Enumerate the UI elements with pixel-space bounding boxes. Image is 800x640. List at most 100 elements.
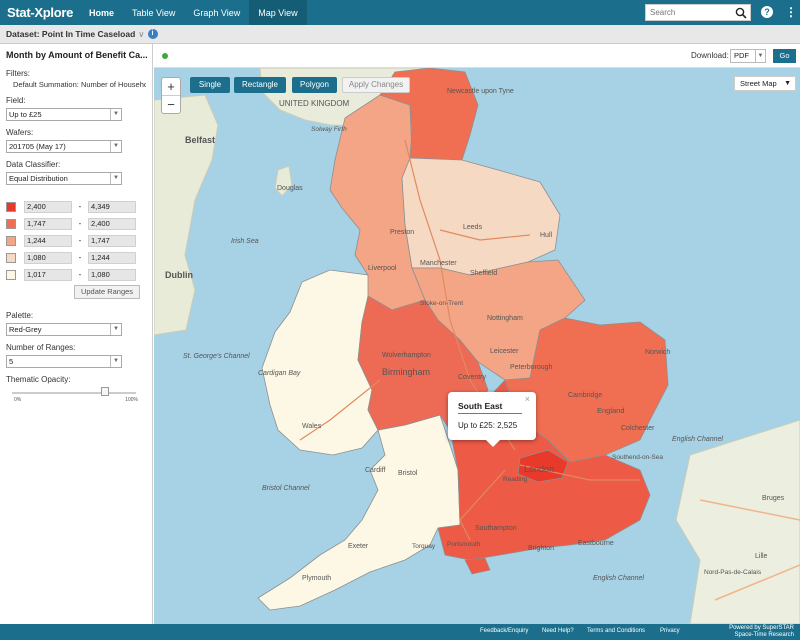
label-st-georges: St. George's Channel bbox=[183, 353, 250, 360]
label-wales: Wales bbox=[302, 423, 322, 430]
label-uk: UNITED KINGDOM bbox=[279, 99, 350, 108]
chevron-down-icon[interactable]: ▼ bbox=[110, 324, 121, 335]
slider-handle[interactable] bbox=[101, 387, 109, 396]
footer: Feedback/Enquiry Need Help? Terms and Co… bbox=[0, 624, 800, 640]
nav-map-view[interactable]: Map View bbox=[249, 0, 307, 25]
wafers-select[interactable]: 201705 (May 17) ▼ bbox=[6, 140, 122, 153]
map-layer-select[interactable]: Street Map ▼ bbox=[734, 76, 796, 91]
range-from-input[interactable]: 1,747 bbox=[24, 217, 72, 230]
chevron-down-icon[interactable]: ∨ bbox=[138, 29, 144, 40]
range-swatch[interactable] bbox=[6, 218, 16, 229]
range-to-input[interactable]: 1,747 bbox=[88, 234, 136, 247]
region-popup: × South East Up to £25: 2,525 bbox=[448, 392, 536, 447]
map-toolbar: Download: PDF ▼ Go bbox=[154, 44, 800, 68]
num-ranges-label: Number of Ranges: bbox=[6, 343, 76, 352]
chevron-down-icon[interactable]: ▼ bbox=[110, 356, 121, 367]
classifier-label: Data Classifier: bbox=[6, 160, 61, 169]
palette-select[interactable]: Red-Grey ▼ bbox=[6, 323, 122, 336]
label-brighton: Brighton bbox=[528, 545, 554, 552]
footer-privacy-link[interactable]: Privacy bbox=[660, 628, 680, 634]
footer-terms-link[interactable]: Terms and Conditions bbox=[587, 628, 645, 634]
range-separator: - bbox=[78, 253, 82, 262]
opacity-slider[interactable]: 0% 100% bbox=[8, 387, 138, 403]
label-eastbourne: Eastbourne bbox=[578, 540, 614, 547]
label-colchester: Colchester bbox=[621, 425, 655, 432]
select-polygon-button[interactable]: Polygon bbox=[292, 77, 337, 93]
range-swatch[interactable] bbox=[6, 269, 16, 280]
label-bruges: Bruges bbox=[762, 495, 785, 502]
help-icon[interactable]: ? bbox=[761, 6, 773, 18]
info-icon[interactable]: i bbox=[147, 29, 158, 39]
label-newcastle: Newcastle upon Tyne bbox=[447, 88, 514, 95]
download-format-value: PDF bbox=[734, 51, 749, 60]
download-label: Download: bbox=[691, 51, 729, 60]
chevron-down-icon[interactable]: ▼ bbox=[110, 173, 121, 184]
dataset-bar: Dataset: Point In Time Caseload ∨ i bbox=[0, 25, 800, 44]
range-swatch[interactable] bbox=[6, 235, 16, 246]
label-plymouth: Plymouth bbox=[302, 575, 331, 582]
label-english-channel: English Channel bbox=[593, 575, 644, 582]
search-input[interactable] bbox=[646, 8, 734, 17]
label-cardigan: Cardigan Bay bbox=[258, 370, 301, 377]
search-icon[interactable] bbox=[735, 7, 747, 19]
slider-track[interactable] bbox=[12, 392, 136, 394]
chevron-down-icon[interactable]: ▼ bbox=[110, 141, 121, 152]
footer-feedback-link[interactable]: Feedback/Enquiry bbox=[480, 628, 528, 634]
range-separator: - bbox=[78, 202, 82, 211]
select-single-button[interactable]: Single bbox=[190, 77, 230, 93]
map-canvas[interactable]: Belfast Dublin Douglas Irish Sea Solway … bbox=[154, 44, 800, 624]
popup-title: South East bbox=[458, 401, 522, 414]
range-separator: - bbox=[78, 236, 82, 245]
range-to-input[interactable]: 2,400 bbox=[88, 217, 136, 230]
map-settings-sidebar: Month by Amount of Benefit Ca... Filters… bbox=[0, 44, 153, 624]
label-preston: Preston bbox=[390, 229, 414, 236]
range-row: 1,747 - 2,400 bbox=[6, 217, 146, 230]
label-belfast: Belfast bbox=[185, 135, 215, 145]
label-bristol-channel: Bristol Channel bbox=[262, 485, 310, 492]
download-go-button[interactable]: Go bbox=[773, 49, 796, 63]
range-from-input[interactable]: 1,244 bbox=[24, 234, 72, 247]
chevron-down-icon[interactable]: ▼ bbox=[784, 77, 791, 90]
update-ranges-button[interactable]: Update Ranges bbox=[74, 285, 140, 299]
label-nottingham: Nottingham bbox=[487, 315, 523, 322]
range-to-input[interactable]: 1,080 bbox=[88, 268, 136, 281]
label-bristol: Bristol bbox=[398, 470, 418, 477]
range-row: 2,400 - 4,349 bbox=[6, 200, 146, 213]
label-coventry: Coventry bbox=[458, 374, 487, 381]
filters-label: Filters: bbox=[6, 69, 30, 78]
nav-home[interactable]: Home bbox=[80, 0, 123, 25]
download-format-select[interactable]: PDF ▼ bbox=[730, 49, 766, 63]
label-hull: Hull bbox=[540, 232, 553, 239]
select-rectangle-button[interactable]: Rectangle bbox=[234, 77, 286, 93]
more-menu-icon[interactable]: ⋮ bbox=[785, 5, 797, 19]
footer-help-link[interactable]: Need Help? bbox=[542, 628, 574, 634]
map-layer-value: Street Map bbox=[740, 79, 777, 88]
label-england: England bbox=[597, 406, 625, 415]
range-from-input[interactable]: 1,017 bbox=[24, 268, 72, 281]
range-swatch[interactable] bbox=[6, 201, 16, 212]
zoom-out-button[interactable]: − bbox=[162, 96, 180, 114]
field-select[interactable]: Up to £25 ▼ bbox=[6, 108, 122, 121]
num-ranges-select[interactable]: 5 ▼ bbox=[6, 355, 122, 368]
wafers-value: 201705 (May 17) bbox=[9, 142, 66, 151]
range-to-input[interactable]: 1,244 bbox=[88, 251, 136, 264]
nav-table-view[interactable]: Table View bbox=[123, 0, 184, 25]
range-separator: - bbox=[78, 270, 82, 279]
zoom-in-button[interactable]: + bbox=[162, 78, 180, 96]
apply-changes-button[interactable]: Apply Changes bbox=[342, 77, 410, 93]
slider-min-label: 0% bbox=[14, 397, 22, 403]
chevron-down-icon[interactable]: ▼ bbox=[110, 109, 121, 120]
app-logo[interactable]: Stat-Xplore bbox=[0, 5, 80, 20]
close-icon[interactable]: × bbox=[525, 394, 530, 404]
classifier-select[interactable]: Equal Distribution ▼ bbox=[6, 172, 122, 185]
chevron-down-icon[interactable]: ▼ bbox=[755, 50, 765, 62]
label-nord: Nord-Pas-de-Calais bbox=[704, 569, 762, 576]
range-from-input[interactable]: 1,080 bbox=[24, 251, 72, 264]
range-to-input[interactable]: 4,349 bbox=[88, 200, 136, 213]
nav-graph-view[interactable]: Graph View bbox=[184, 0, 249, 25]
label-southend: Southend-on-Sea bbox=[612, 454, 663, 461]
label-cardiff: Cardiff bbox=[365, 467, 386, 474]
label-london: London bbox=[524, 464, 554, 474]
range-from-input[interactable]: 2,400 bbox=[24, 200, 72, 213]
range-swatch[interactable] bbox=[6, 252, 16, 263]
